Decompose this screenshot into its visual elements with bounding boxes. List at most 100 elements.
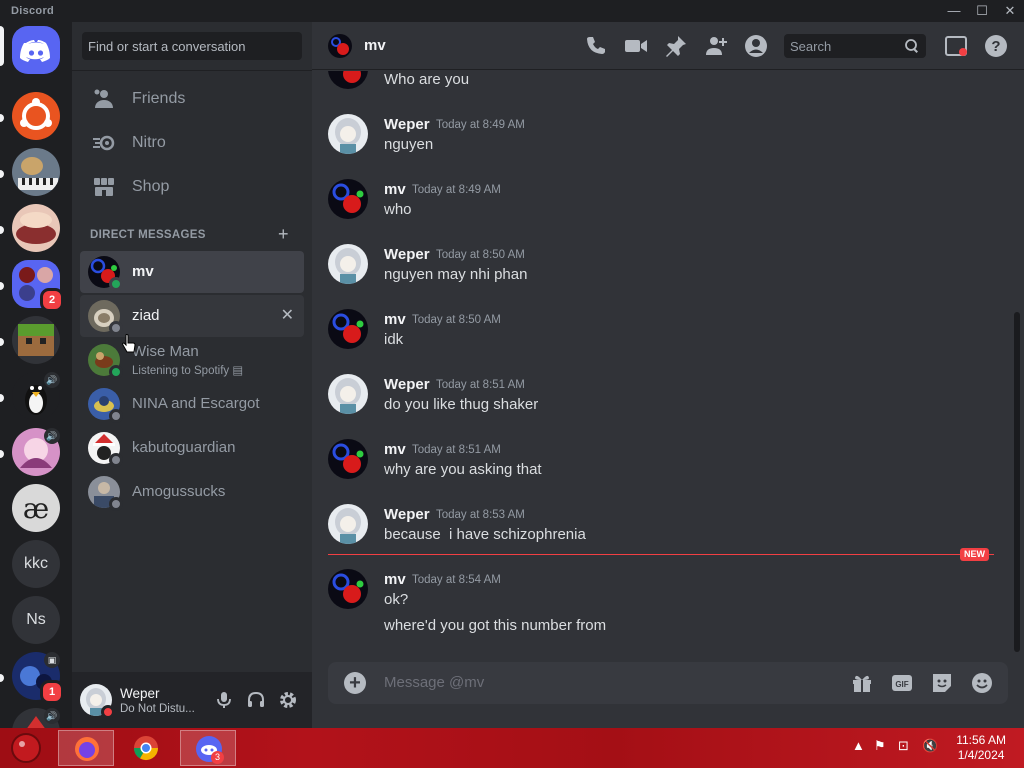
channel-title: mv — [364, 37, 386, 54]
nav-friends[interactable]: Friends — [80, 78, 304, 120]
gift-icon[interactable] — [850, 671, 874, 695]
avatar-weper[interactable] — [328, 114, 368, 154]
voice-activity-icon: 🔊 — [44, 428, 60, 444]
voice-call-icon[interactable] — [584, 34, 608, 58]
taskbar-discord[interactable]: 3 — [180, 730, 236, 766]
tray-overflow-icon[interactable]: ▲ — [852, 738, 865, 753]
help-icon[interactable]: ? — [984, 34, 1008, 58]
message-author[interactable]: mv — [384, 571, 406, 588]
message-author[interactable]: Weper — [384, 376, 430, 393]
online-status-icon — [109, 277, 123, 291]
message-author[interactable]: mv — [384, 311, 406, 328]
network-icon[interactable]: ⊡ — [898, 738, 909, 754]
svg-text:?: ? — [991, 38, 1000, 55]
sticker-icon[interactable] — [930, 671, 954, 695]
unread-indicator — [0, 394, 4, 402]
unread-indicator — [0, 674, 4, 682]
avatar-weper[interactable] — [328, 374, 368, 414]
pinned-messages-icon[interactable] — [664, 34, 688, 58]
home-button[interactable] — [12, 26, 60, 74]
unread-indicator — [0, 338, 4, 346]
dm-name: ziad — [132, 307, 160, 324]
server-icon-3[interactable] — [12, 204, 60, 252]
find-conversation-input[interactable]: Find or start a conversation — [82, 32, 302, 60]
close-dm-icon[interactable]: ✕ — [281, 305, 294, 325]
headphones-icon[interactable] — [246, 690, 266, 710]
gif-icon[interactable]: GIF — [890, 671, 914, 695]
avatar-mv[interactable] — [328, 439, 368, 479]
inbox-icon[interactable] — [944, 34, 968, 58]
message-author[interactable]: mv — [384, 441, 406, 458]
system-clock[interactable]: 11:56 AM 1/4/2024 — [956, 733, 1006, 763]
message-author[interactable]: mv — [384, 181, 406, 198]
nav-shop[interactable]: Shop — [80, 166, 304, 208]
chat-header: mv Search ? — [312, 22, 1024, 70]
create-dm-button[interactable]: + — [278, 224, 289, 245]
activity-status: Listening to Spotify ▤ — [132, 365, 244, 377]
close-window-button[interactable]: ✕ — [996, 2, 1024, 20]
nav-nitro[interactable]: Nitro — [80, 122, 304, 164]
dm-sidebar: Find or start a conversation Friends Nit… — [72, 22, 312, 728]
taskbar-firefox[interactable] — [58, 730, 114, 766]
server-icon-1[interactable] — [12, 92, 60, 140]
divider — [72, 70, 312, 71]
message-body-followup: where'd you got this number from — [384, 617, 607, 634]
volume-muted-icon[interactable]: 🔇 — [922, 738, 938, 754]
message-timestamp: Today at 8:49 AM — [412, 184, 501, 196]
dm-item-amogussucks[interactable]: Amogussucks — [80, 471, 304, 513]
search-icon — [905, 39, 918, 53]
microphone-icon[interactable] — [214, 690, 234, 710]
avatar-mv[interactable] — [328, 179, 368, 219]
dm-name: Amogussucks — [132, 483, 226, 500]
offline-status-icon — [109, 321, 123, 335]
avatar-weper[interactable] — [328, 244, 368, 284]
start-orb-icon[interactable] — [10, 732, 42, 764]
channel-avatar — [328, 34, 352, 58]
action-center-flag-icon[interactable]: ⚑ — [874, 738, 886, 754]
mention-badge: 1 — [40, 680, 64, 704]
selected-indicator — [0, 26, 4, 66]
avatar-mv[interactable] — [328, 309, 368, 349]
taskbar-chrome[interactable] — [118, 730, 174, 766]
windows-taskbar: 3 ▲ ⚑ ⊡ 🔇 11:56 AM 1/4/2024 — [0, 728, 1024, 768]
dm-item-nina-and-escargot[interactable]: NINA and Escargot — [80, 383, 304, 425]
dm-item-mv[interactable]: mv — [80, 251, 304, 293]
server-icon-5[interactable] — [12, 316, 60, 364]
add-friends-to-dm-icon[interactable] — [704, 34, 728, 58]
dm-item-ziad[interactable]: ziad ✕ — [80, 295, 304, 337]
message-composer[interactable]: + Message @mv GIF — [328, 662, 1008, 704]
dm-item-kabutoguardian[interactable]: kabutoguardian — [80, 427, 304, 469]
ae-logo-server-icon: æ — [23, 492, 49, 525]
settings-gear-icon[interactable] — [278, 690, 298, 710]
avatar-weper[interactable] — [328, 504, 368, 544]
dm-item-wise-man[interactable]: Wise Man Listening to Spotify ▤ — [80, 339, 304, 381]
avatar-mv[interactable] — [328, 569, 368, 609]
upload-plus-icon[interactable]: + — [344, 672, 366, 694]
minimize-button[interactable]: — — [940, 2, 968, 20]
message-input[interactable]: Message @mv — [384, 674, 484, 691]
emoji-icon[interactable] — [970, 671, 994, 695]
message-scrollbar[interactable] — [1014, 312, 1020, 652]
offline-status-icon — [109, 453, 123, 467]
svg-text:GIF: GIF — [895, 680, 908, 689]
rich-presence-icon: ▤ — [232, 365, 244, 377]
message-author[interactable]: Weper — [384, 506, 430, 523]
server-kkc[interactable]: kkc — [12, 540, 60, 588]
video-call-icon[interactable] — [624, 34, 648, 58]
message-author[interactable]: Weper — [384, 246, 430, 263]
maximize-button[interactable]: ☐ — [968, 2, 996, 20]
search-input[interactable]: Search — [784, 34, 926, 58]
server-icon-2[interactable] — [12, 148, 60, 196]
voice-activity-icon: 🔊 — [44, 372, 60, 388]
avatar-mv[interactable] — [328, 71, 368, 89]
message-timestamp: Today at 8:51 AM — [436, 379, 525, 391]
user-profile-icon[interactable] — [744, 34, 768, 58]
firefox-icon — [75, 737, 99, 761]
unread-indicator — [0, 450, 4, 458]
message-body: idk — [384, 331, 404, 348]
server-icon-8[interactable]: æ — [12, 484, 60, 532]
message-author[interactable]: Weper — [384, 116, 430, 133]
friends-icon — [94, 89, 113, 108]
window-titlebar: Discord — ☐ ✕ — [0, 0, 1024, 22]
server-ns[interactable]: Ns — [12, 596, 60, 644]
